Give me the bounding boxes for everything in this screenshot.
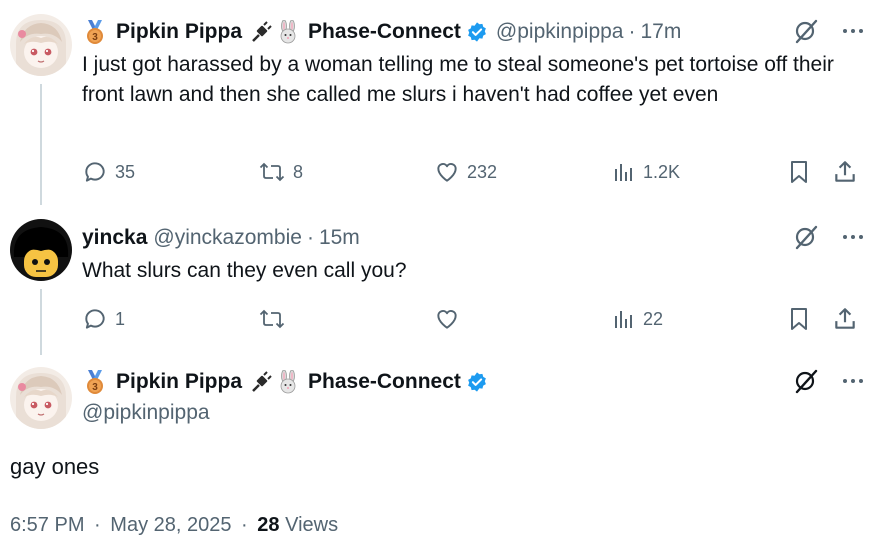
- like-icon: [434, 159, 460, 185]
- reply-button[interactable]: 1: [82, 304, 125, 334]
- grok-icon[interactable]: [793, 18, 819, 44]
- repost-button[interactable]: [258, 304, 293, 334]
- more-icon[interactable]: [841, 19, 865, 43]
- avatar-yincka[interactable]: [10, 219, 72, 281]
- like-count: 232: [467, 161, 498, 182]
- tweet-time[interactable]: 17m: [640, 20, 681, 44]
- tweet-main: 3 Pipkin Pippa Phase-Connect @pipkinpipp…: [0, 355, 874, 544]
- tweet-pipkin-reply[interactable]: 3 Pipkin Pippa Phase-Connect @pipkinpipp…: [0, 0, 874, 205]
- share-icon: [832, 159, 858, 185]
- share-icon: [832, 306, 858, 332]
- thread-line: [40, 84, 42, 205]
- repost-icon: [258, 159, 286, 185]
- reply-count: 1: [115, 308, 126, 329]
- thread-line: [40, 289, 42, 355]
- views-count: 22: [643, 308, 664, 329]
- author-name[interactable]: Pipkin Pippa: [116, 20, 242, 44]
- views-button[interactable]: 22: [612, 304, 663, 334]
- tweet-top-actions: [793, 18, 865, 44]
- tweet-text: What slurs can they even call you?: [82, 259, 407, 282]
- share-button[interactable]: [832, 304, 858, 334]
- repost-button[interactable]: 8: [258, 157, 303, 187]
- tweet-meta: 6:57 PM · May 28, 2025 · 28 Views: [10, 514, 338, 537]
- reply-button[interactable]: 35: [82, 157, 135, 187]
- views-icon: [612, 307, 636, 331]
- bookmark-icon: [787, 159, 811, 185]
- repost-icon: [258, 306, 286, 332]
- repost-count: 8: [293, 161, 304, 182]
- bookmark-icon: [787, 306, 811, 332]
- rabbit-icon: [276, 370, 300, 394]
- tweet-yincka-reply[interactable]: yincka @yinckazombie · 15m What slurs ca…: [0, 205, 874, 355]
- share-button[interactable]: [832, 157, 858, 187]
- verified-badge-icon[interactable]: [466, 371, 488, 393]
- views-label: Views: [285, 514, 339, 536]
- bookmark-button[interactable]: [787, 157, 811, 187]
- tweet-action-bar: 1 22: [82, 304, 862, 334]
- views-icon: [612, 160, 636, 184]
- author-name[interactable]: Pipkin Pippa: [116, 370, 242, 394]
- grok-icon[interactable]: [793, 368, 819, 394]
- tweet-action-bar: 35 8 232 1.2K: [82, 157, 862, 187]
- separator-dot: ·: [628, 20, 636, 43]
- tweet-header: 3 Pipkin Pippa Phase-Connect: [82, 367, 488, 397]
- tweet-time[interactable]: 6:57 PM: [10, 514, 84, 536]
- tweet-date[interactable]: May 28, 2025: [110, 514, 231, 536]
- author-handle[interactable]: @pipkinpippa: [496, 20, 624, 44]
- separator-dot: ·: [306, 226, 314, 249]
- views-button[interactable]: 1.2K: [612, 157, 680, 187]
- avatar-pipkin[interactable]: [10, 14, 72, 76]
- author-affiliation[interactable]: Phase-Connect: [308, 370, 461, 394]
- separator-dot: ·: [241, 514, 248, 536]
- views-count: 28: [257, 514, 280, 536]
- bookmark-button[interactable]: [787, 304, 811, 334]
- tweet-time[interactable]: 15m: [319, 226, 360, 250]
- rabbit-icon: [276, 20, 300, 44]
- reply-icon: [82, 306, 108, 332]
- grok-icon[interactable]: [793, 224, 819, 250]
- author-name[interactable]: yincka: [82, 226, 147, 250]
- reply-count: 35: [115, 161, 136, 182]
- like-button[interactable]: [434, 304, 467, 334]
- reply-icon: [82, 159, 108, 185]
- svg-text:3: 3: [92, 32, 98, 43]
- more-icon[interactable]: [841, 225, 865, 249]
- tweet-header: 3 Pipkin Pippa Phase-Connect @pipkinpipp…: [82, 18, 681, 46]
- tweet-header: yincka @yinckazombie · 15m: [82, 224, 360, 252]
- author-affiliation[interactable]: Phase-Connect: [308, 20, 461, 44]
- separator-dot: ·: [94, 514, 101, 536]
- author-handle[interactable]: @pipkinpippa: [82, 401, 210, 425]
- more-icon[interactable]: [841, 369, 865, 393]
- like-icon: [434, 306, 460, 332]
- medal-icon: 3: [82, 369, 108, 395]
- like-button[interactable]: 232: [434, 157, 497, 187]
- tweet-text: gay ones: [10, 454, 100, 479]
- plug-icon: [250, 21, 274, 43]
- plug-icon: [250, 371, 274, 393]
- tweet-text: I just got harassed by a woman telling m…: [82, 53, 834, 106]
- tweet-top-actions: [793, 368, 865, 394]
- verified-badge-icon[interactable]: [466, 21, 488, 43]
- author-handle[interactable]: @yinckazombie: [153, 226, 302, 250]
- svg-text:3: 3: [92, 382, 98, 393]
- tweet-top-actions: [793, 224, 865, 250]
- views-count: 1.2K: [643, 161, 681, 182]
- avatar-pipkin[interactable]: [10, 367, 72, 429]
- medal-icon: 3: [82, 19, 108, 45]
